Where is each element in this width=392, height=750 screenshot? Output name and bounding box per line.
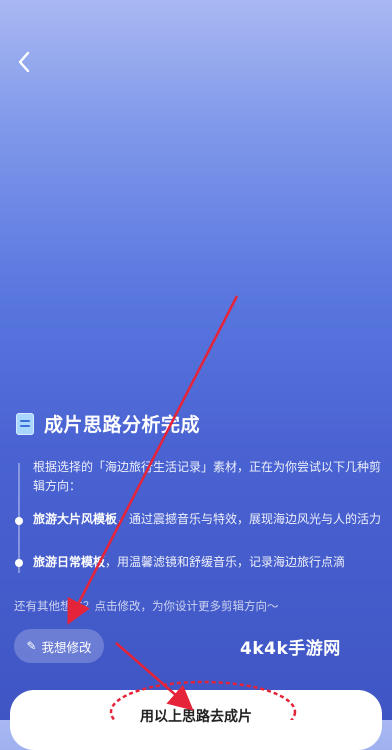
watermark: 4k4k手游网: [240, 639, 341, 659]
modify-button[interactable]: ✎ 我想修改: [14, 629, 104, 663]
document-icon: [16, 412, 34, 435]
generate-video-button-label: 用以上思路去成片: [140, 709, 252, 725]
option-item-2: 旅游日常模板，用温馨滤镜和舒缓音乐，记录海边旅行点滴: [33, 553, 383, 572]
pencil-icon: ✎: [26, 639, 37, 653]
option-detail: ，用温馨滤镜和舒缓音乐，记录海边旅行点滴: [105, 555, 346, 569]
analysis-description: 根据选择的「海边旅行生活记录」素材，正在为你尝试以下几种剪辑方向：: [33, 460, 382, 493]
option-name: 旅游日常模板: [33, 555, 106, 569]
option-detail: ，通过震撼音乐与特效，展现海边风光与人的活力: [117, 512, 382, 526]
option-name: 旅游大片风模板: [33, 512, 118, 526]
generate-video-button[interactable]: 用以上思路去成片: [10, 690, 382, 750]
analysis-header: 成片思路分析完成: [16, 410, 200, 437]
timeline-dot: [15, 517, 23, 525]
page-title: 成片思路分析完成: [44, 414, 201, 436]
modify-button-label: 我想修改: [41, 639, 92, 655]
chevron-left-icon: [18, 51, 30, 73]
back-button[interactable]: [10, 48, 38, 76]
modify-hint: 还有其他想法？点击修改，为你设计更多剪辑方向～: [14, 599, 279, 613]
option-item-1: 旅游大片风模板，通过震撼音乐与特效，展现海边风光与人的活力: [33, 510, 383, 529]
timeline-dot: [15, 559, 23, 567]
